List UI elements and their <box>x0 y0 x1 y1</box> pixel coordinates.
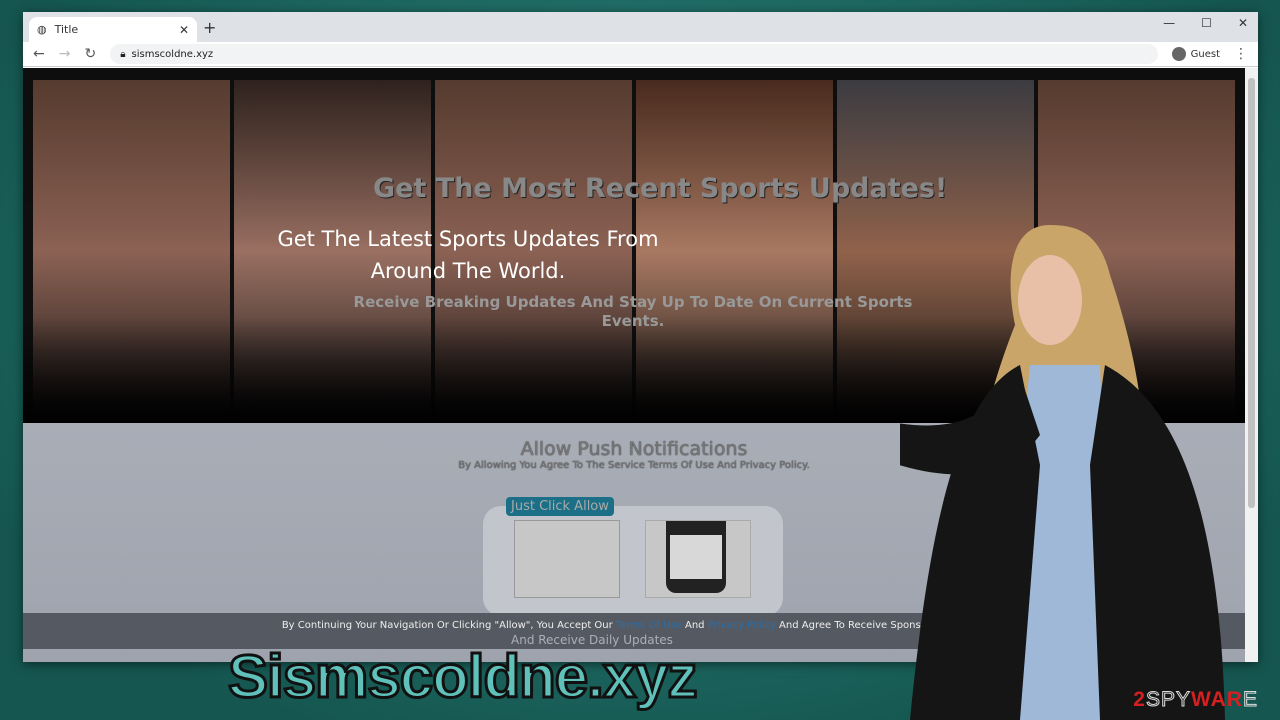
forward-icon[interactable]: → <box>59 46 71 62</box>
close-window-icon[interactable]: ✕ <box>1238 16 1248 30</box>
close-tab-icon[interactable]: ✕ <box>179 23 189 37</box>
just-click-allow-badge: Just Click Allow <box>506 497 614 516</box>
presenter-figure <box>900 225 1225 720</box>
toolbar: ← → ↻ 🔒︎ sismscoldne.xyz Guest ⋮ <box>23 42 1258 67</box>
profile-button[interactable]: Guest <box>1171 47 1220 61</box>
subheadline: Get The Latest Sports Updates From Aroun… <box>277 227 659 283</box>
menu-icon[interactable]: ⋮ <box>1234 46 1248 62</box>
back-icon[interactable]: ← <box>33 46 45 62</box>
daily-updates-text: And Receive Daily Updates <box>511 633 673 647</box>
avatar-icon <box>1171 47 1186 61</box>
url-text: sismscoldne.xyz <box>131 48 214 60</box>
2spyware-logo: 2SPYWARE <box>1133 688 1258 712</box>
cookie-text: By Continuing Your Navigation Or Clickin… <box>281 620 616 631</box>
minimize-icon[interactable]: — <box>1163 16 1175 30</box>
privacy-link[interactable]: Privacy Policy <box>708 620 776 631</box>
site-name-overlay: Sismscoldne.xyz <box>227 643 700 710</box>
desktop-instruction-image <box>514 520 620 598</box>
new-tab-button[interactable]: + <box>203 18 216 37</box>
cookie-text: And <box>681 620 708 631</box>
headline: Get The Most Recent Sports Updates! <box>373 173 948 204</box>
tab-title: Title <box>54 23 79 36</box>
reload-icon[interactable]: ↻ <box>84 46 96 62</box>
mobile-instruction-image <box>645 520 751 598</box>
tab-bar: ◍ Title ✕ + — ☐ ✕ <box>23 12 1258 42</box>
profile-label: Guest <box>1190 48 1220 60</box>
lock-icon: 🔒︎ <box>120 48 126 60</box>
maximize-icon[interactable]: ☐ <box>1201 16 1212 30</box>
address-bar[interactable]: 🔒︎ sismscoldne.xyz <box>110 44 1158 64</box>
tab[interactable]: ◍ Title ✕ <box>29 17 197 42</box>
tagline: Receive Breaking Updates And Stay Up To … <box>353 293 913 330</box>
scrollbar[interactable] <box>1245 68 1258 662</box>
globe-icon: ◍ <box>37 23 47 36</box>
terms-link[interactable]: Terms Of Use <box>616 620 682 631</box>
